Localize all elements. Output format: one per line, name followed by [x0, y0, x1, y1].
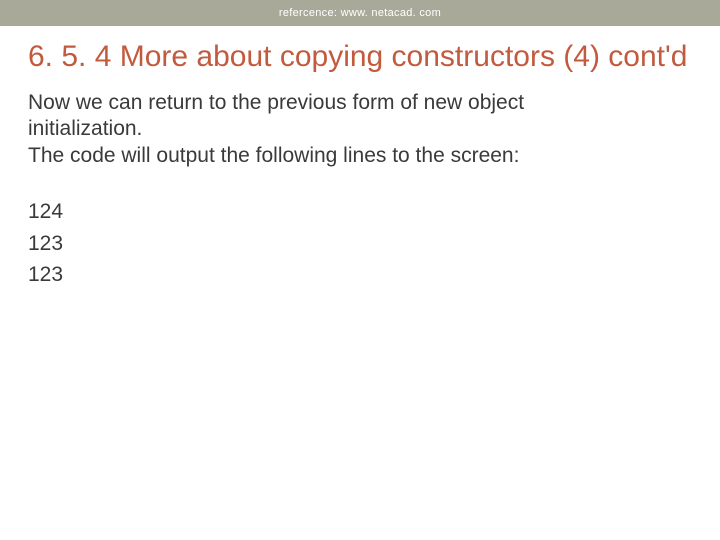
slide-title: 6. 5. 4 More about copying constructors … — [28, 38, 692, 76]
slide-content: 6. 5. 4 More about copying constructors … — [0, 26, 720, 291]
output-line: 123 — [28, 259, 692, 291]
body-line-1: Now we can return to the previous form o… — [28, 91, 524, 141]
output-line: 123 — [28, 228, 692, 260]
output-line: 124 — [28, 196, 692, 228]
body-line-2: The code will output the following lines… — [28, 144, 519, 167]
code-output: 124 123 123 — [28, 196, 692, 291]
header-bar: refercence: www. netacad. com — [0, 0, 720, 26]
header-reference: refercence: www. netacad. com — [279, 7, 441, 19]
body-paragraph: Now we can return to the previous form o… — [28, 90, 588, 171]
